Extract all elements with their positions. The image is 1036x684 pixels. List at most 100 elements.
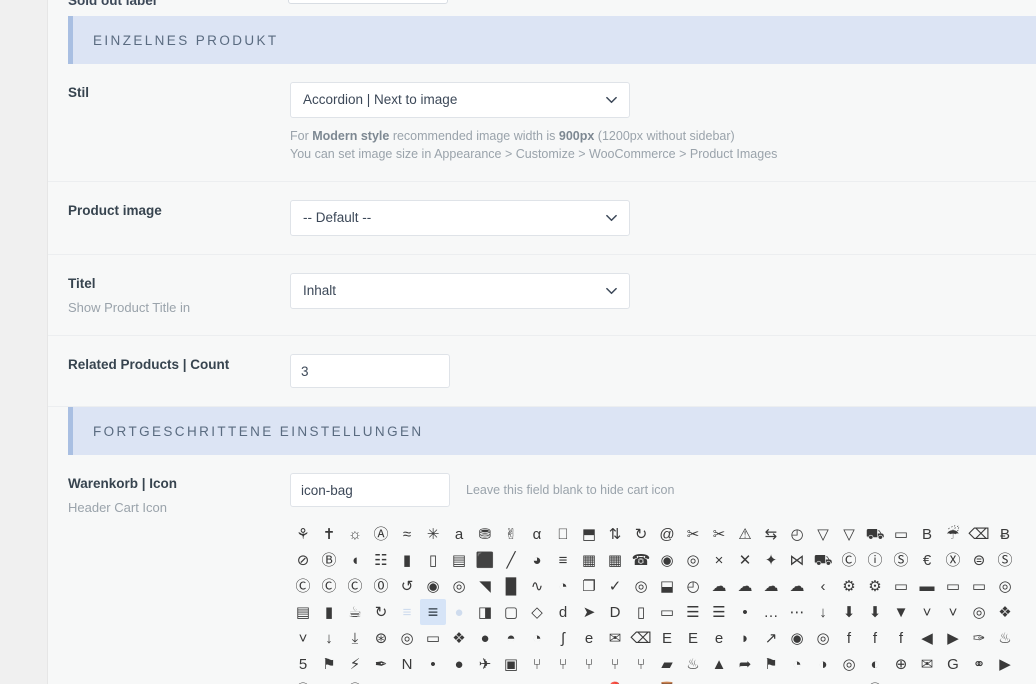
calendar-grid-icon[interactable]: ▦ xyxy=(602,547,628,573)
comment-o-icon[interactable]: ▭ xyxy=(940,573,966,599)
bar-chart-icon[interactable]: █ xyxy=(498,573,524,599)
cloud-o-icon[interactable]: ☁ xyxy=(732,573,758,599)
peace-hand-icon[interactable]: ✌ xyxy=(498,521,524,547)
comment-dots-icon[interactable]: ▭ xyxy=(966,573,992,599)
comment-filled-icon[interactable]: ▬ xyxy=(914,573,940,599)
flashlight-icon[interactable]: ✒ xyxy=(368,651,394,677)
info-icon[interactable]: i xyxy=(836,677,862,684)
facebook-circle-icon[interactable]: f xyxy=(862,625,888,651)
area-chart-icon[interactable]: ◥ xyxy=(472,573,498,599)
eye-o-icon[interactable]: ◎ xyxy=(810,625,836,651)
brush-icon[interactable]: ╱ xyxy=(498,547,524,573)
archive-box-icon[interactable]: ⬒ xyxy=(914,677,940,684)
trash-filled-icon[interactable]: ▮ xyxy=(316,599,342,625)
arrow-down-icon[interactable]: ↓ xyxy=(810,599,836,625)
cogs-icon[interactable]: ⚙ xyxy=(862,573,888,599)
arrow-curve-icon[interactable]: ➦ xyxy=(732,651,758,677)
times-icon[interactable]: × xyxy=(706,547,732,573)
wave-icon[interactable]: ≈ xyxy=(394,521,420,547)
related-products-count-input[interactable] xyxy=(290,354,450,389)
amazon-icon[interactable]: a xyxy=(446,521,472,547)
external-link-icon[interactable]: ↗ xyxy=(758,625,784,651)
facebook-square-icon[interactable]: f xyxy=(888,625,914,651)
database-icon[interactable]: ≡ xyxy=(394,599,420,625)
no-derivatives-icon[interactable]: Ⓧ xyxy=(940,547,966,573)
forward-icon[interactable]: ▶ xyxy=(940,625,966,651)
github-circle-icon[interactable]: ◎ xyxy=(836,651,862,677)
camera-icon[interactable]: ◉ xyxy=(654,547,680,573)
shopping-bag-icon[interactable]: ▽ xyxy=(836,521,862,547)
check-icon[interactable]: ✓ xyxy=(602,573,628,599)
food-icon[interactable]: ♨ xyxy=(680,651,706,677)
play-icon[interactable]: ▶ xyxy=(992,651,1018,677)
tint-icon[interactable]: ● xyxy=(472,625,498,651)
exchange-icon[interactable]: ⇆ xyxy=(758,521,784,547)
mail-icon[interactable]: ✉ xyxy=(914,651,940,677)
record-icon[interactable]: ◉ xyxy=(420,573,446,599)
music-circle-icon[interactable]: ♪ xyxy=(992,677,1018,684)
bookmark-o-icon[interactable]: ▯ xyxy=(420,547,446,573)
graduation-icon[interactable]: ⚑ xyxy=(368,677,394,684)
bookmark-icon[interactable]: ▮ xyxy=(394,547,420,573)
tablet-icon[interactable]: ▭ xyxy=(654,599,680,625)
ellipsis-h-icon[interactable]: … xyxy=(758,599,784,625)
flash-icon[interactable]: ⚡ xyxy=(680,677,706,684)
fire-icon[interactable]: ♨ xyxy=(992,625,1018,651)
flickr-dots-icon[interactable]: • xyxy=(420,651,446,677)
code-icon[interactable]: ‹ xyxy=(810,573,836,599)
bucket-icon[interactable]: ◕ xyxy=(524,547,550,573)
heart-o-icon[interactable]: ♡ xyxy=(498,677,524,684)
download-circle-icon[interactable]: ⬇ xyxy=(862,599,888,625)
backspace-icon[interactable]: ⌫ xyxy=(628,625,654,651)
apple-icon[interactable]:  xyxy=(550,521,576,547)
flag-icon[interactable]: ⚑ xyxy=(316,651,342,677)
clipboard-icon[interactable]: ⬓ xyxy=(654,573,680,599)
credit-card-icon[interactable]: ▤ xyxy=(290,599,316,625)
bolt-icon[interactable]: ⚡ xyxy=(342,651,368,677)
y-icon[interactable]: Y xyxy=(472,677,498,684)
icon-picker-grid[interactable]: ⚘✝☼Ⓐ≈✳a⛃✌α⬒⇅↻@✂✂⚠⇆◴▽▽⛟▭B☔⌫Ƀ⊘Ⓑ◖☷▮▯▤⬛╱◕≡▦… xyxy=(290,521,1030,684)
aim-icon[interactable]: Ⓐ xyxy=(368,521,394,547)
cart-arrow-icon[interactable]: ⛟ xyxy=(810,547,836,573)
adn-icon[interactable]: ⚘ xyxy=(290,521,316,547)
500px-icon[interactable]: 5 xyxy=(290,651,316,677)
chrome-icon[interactable]: ◎ xyxy=(628,573,654,599)
hourglass-icon[interactable]: ⌛ xyxy=(654,677,680,684)
backward-icon[interactable]: ◀ xyxy=(914,625,940,651)
question-circle-icon[interactable]: ❓ xyxy=(602,677,628,684)
camera-o-icon[interactable]: ◎ xyxy=(680,547,706,573)
cloud-download-icon[interactable]: ☁ xyxy=(758,573,784,599)
download-icon[interactable]: ↓ xyxy=(316,625,342,651)
trash-icon[interactable]: ⌫ xyxy=(966,521,992,547)
inbox-download-icon[interactable]: ⤓ xyxy=(342,625,368,651)
grooveshark-icon[interactable]: Ⓖ xyxy=(290,677,316,684)
duckduckgo-icon[interactable]: ◔ xyxy=(524,625,550,651)
google-plus-circle-icon[interactable]: Ⓖ xyxy=(342,677,368,684)
book-icon[interactable]: ◖ xyxy=(342,547,368,573)
close-icon[interactable]: ✕ xyxy=(732,547,758,573)
ebay-icon[interactable]: e xyxy=(576,625,602,651)
caret-down-icon[interactable]: ▼ xyxy=(888,599,914,625)
cloud-icon[interactable]: ☁ xyxy=(706,573,732,599)
pie-chart-icon[interactable]: ◔ xyxy=(550,573,576,599)
briefcase-icon[interactable]: ⬛ xyxy=(472,547,498,573)
titel-select[interactable]: Inhalt xyxy=(290,273,630,310)
foursquare-flag-icon[interactable]: ⚑ xyxy=(758,651,784,677)
zero-circle-icon[interactable]: ⓪ xyxy=(368,573,394,599)
folder-icon[interactable]: ▰ xyxy=(654,651,680,677)
archive-icon[interactable]: ⬒ xyxy=(576,521,602,547)
bell-icon[interactable]: ☔ xyxy=(940,521,966,547)
edge-icon[interactable]: e xyxy=(706,625,732,651)
asterisk-icon[interactable]: ✳ xyxy=(420,521,446,547)
paperclip-icon[interactable]: ✂ xyxy=(680,521,706,547)
share-alike-icon[interactable]: Ⓢ xyxy=(992,547,1018,573)
android-icon[interactable]: ⛃ xyxy=(472,521,498,547)
alpha-icon[interactable]: α xyxy=(524,521,550,547)
google-plus-icon[interactable]: G xyxy=(316,677,342,684)
battery-icon[interactable]: ▭ xyxy=(888,521,914,547)
code-fork-icon[interactable]: ⑂ xyxy=(524,651,550,677)
drupal-icon[interactable]: ◓ xyxy=(498,625,524,651)
desktop-icon[interactable]: ▢ xyxy=(498,599,524,625)
book-alt-icon[interactable]: ☰ xyxy=(706,599,732,625)
dribbble-ball-icon[interactable]: ⊛ xyxy=(368,625,394,651)
